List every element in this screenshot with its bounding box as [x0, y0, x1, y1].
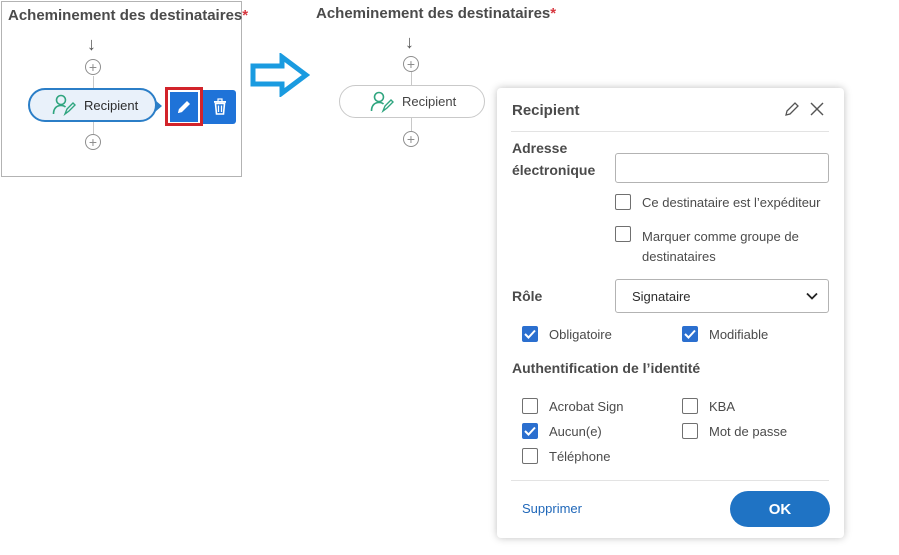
header-divider — [511, 131, 829, 132]
email-label: Adresse électronique — [512, 137, 595, 181]
recipient-label: Recipient — [402, 94, 457, 109]
add-step-icon[interactable]: + — [85, 59, 101, 75]
ok-button[interactable]: OK — [730, 491, 830, 527]
delete-link[interactable]: Supprimer — [522, 501, 582, 516]
down-arrow-icon: ↓ — [87, 34, 96, 54]
connector-line — [411, 118, 412, 131]
add-step-icon[interactable]: + — [85, 134, 101, 150]
group-checkbox-label-line2: destinataires — [642, 249, 716, 264]
delete-button[interactable] — [203, 90, 236, 124]
recipient-node[interactable]: Recipient — [339, 85, 485, 118]
sender-checkbox-label: Ce destinataire est l’expéditeur — [642, 195, 821, 210]
auth-password-checkbox[interactable] — [682, 423, 698, 439]
pencil-icon[interactable] — [784, 101, 800, 122]
sender-checkbox[interactable] — [615, 194, 631, 210]
auth-phone-checkbox[interactable] — [522, 448, 538, 464]
required-mark: * — [550, 5, 557, 22]
auth-kba-label: KBA — [709, 399, 736, 414]
auth-title: Authentification de l’identité — [512, 360, 701, 376]
auth-kba-checkbox[interactable] — [682, 398, 698, 414]
required-mark: * — [242, 7, 249, 24]
pencil-icon — [176, 99, 192, 115]
editable-checkbox-label: Modifiable — [709, 327, 769, 342]
footer-divider — [511, 480, 829, 481]
connector-line — [93, 76, 94, 88]
required-checkbox[interactable] — [522, 326, 538, 342]
group-checkbox[interactable] — [615, 226, 631, 242]
role-select-value: Signataire — [632, 288, 691, 304]
edit-button[interactable] — [170, 92, 198, 122]
group-checkbox-label-line1: Marquer comme groupe de — [642, 229, 799, 244]
add-step-icon[interactable]: + — [403, 56, 419, 72]
email-label-line2: électronique — [512, 162, 596, 178]
auth-none-label: Aucun(e) — [549, 424, 602, 439]
auth-acrobat-sign-checkbox[interactable] — [522, 398, 538, 414]
chevron-down-icon — [806, 292, 818, 300]
role-select[interactable]: Signataire — [615, 279, 829, 313]
recipient-settings-panel: Recipient Adresse électronique Ce destin… — [497, 88, 844, 538]
check-icon — [684, 329, 696, 339]
auth-acrobat-sign-label: Acrobat Sign — [549, 399, 624, 414]
node-pointer — [155, 100, 162, 112]
group-checkbox-label: Marquer comme groupe de destinataires — [642, 227, 799, 267]
check-icon — [524, 329, 536, 339]
recipient-icon — [370, 91, 394, 113]
workflow-title: Acheminement des destinataires* — [8, 7, 248, 24]
recipient-node[interactable]: Recipient — [28, 88, 157, 122]
add-step-icon[interactable]: + — [403, 131, 419, 147]
auth-password-label: Mot de passe — [709, 424, 788, 439]
required-checkbox-label: Obligatoire — [549, 327, 612, 342]
workflow-title: Acheminement des destinataires* — [316, 5, 556, 22]
role-label: Rôle — [512, 288, 543, 304]
auth-phone-label: Téléphone — [549, 449, 611, 464]
check-icon — [524, 426, 536, 436]
editable-checkbox[interactable] — [682, 326, 698, 342]
workflow-title-text: Acheminement des destinataires — [8, 7, 243, 24]
email-field[interactable] — [615, 153, 829, 183]
panel-title: Recipient — [512, 102, 580, 119]
auth-none-checkbox[interactable] — [522, 423, 538, 439]
recipient-label: Recipient — [84, 97, 139, 113]
recipient-icon — [52, 94, 76, 116]
right-arrow-icon — [250, 52, 311, 102]
close-icon[interactable] — [809, 101, 825, 122]
connector-line — [93, 122, 94, 134]
down-arrow-icon: ↓ — [405, 32, 414, 52]
trash-icon — [211, 98, 229, 116]
connector-line — [411, 72, 412, 85]
email-label-line1: Adresse — [512, 140, 568, 156]
workflow-title-text: Acheminement des destinataires — [316, 5, 551, 22]
